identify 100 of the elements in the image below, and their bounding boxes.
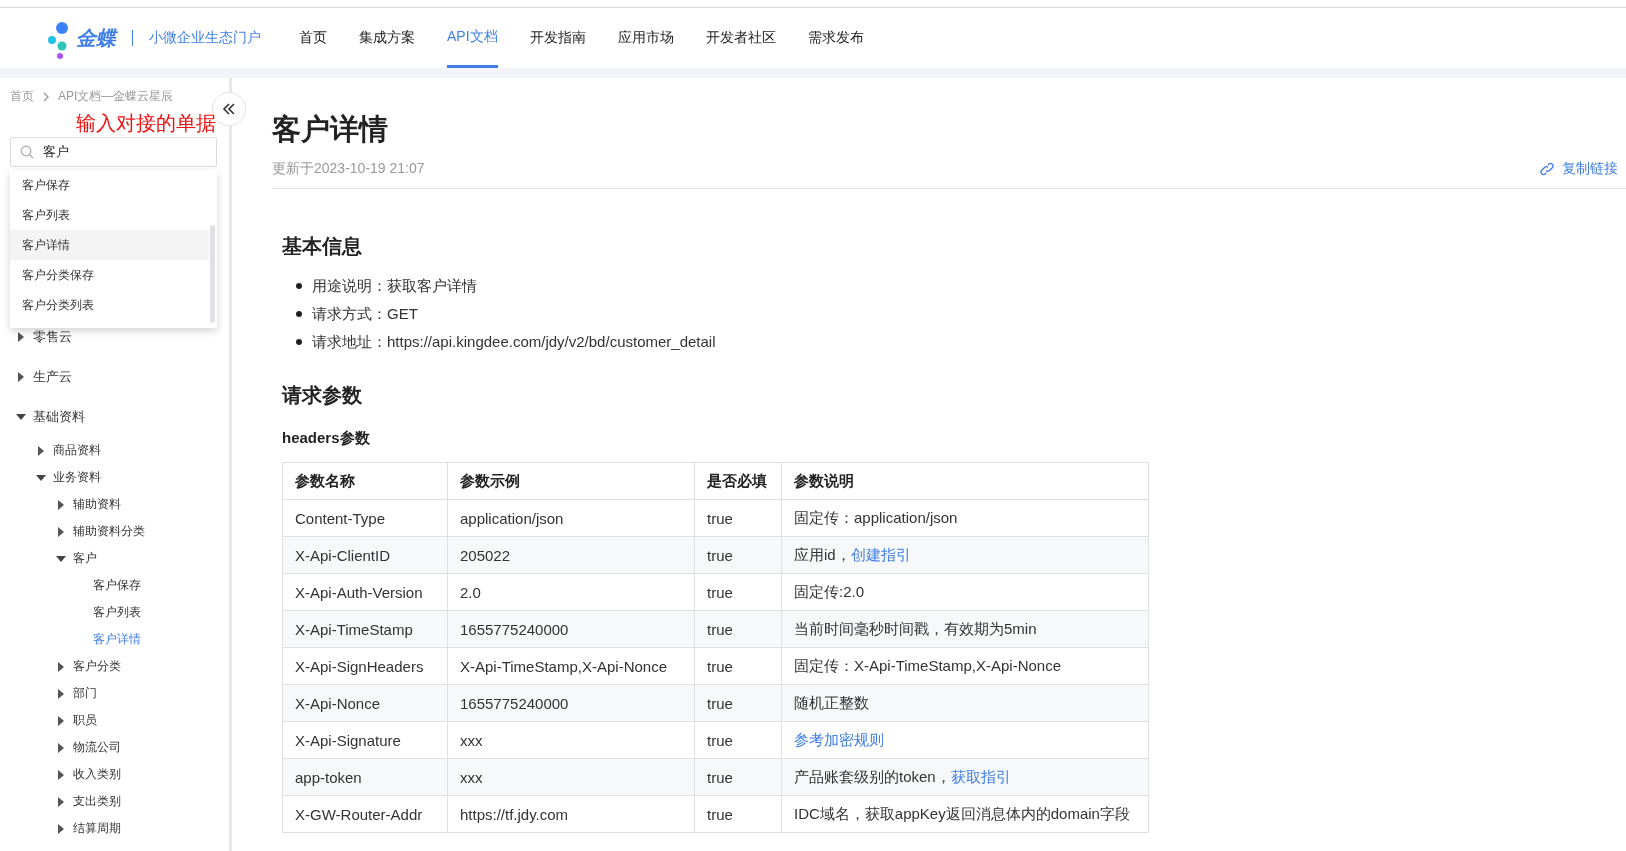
logo-icon [48,22,70,60]
tree-item[interactable]: 业务资料 [53,469,101,486]
table-cell: 205022 [447,536,695,574]
info-text: 请求方式：GET [312,304,418,324]
suggestion-item[interactable]: 客户分类保存 [10,260,217,290]
table-cell-text: 应用id， [794,545,851,563]
tree-item[interactable]: 辅助资料分类 [73,523,145,540]
suggestion-item[interactable]: 客户列表 [10,200,217,230]
doc-link[interactable]: 创建指引 [850,545,911,563]
updated-time: 更新于2023-10-19 21:07 [272,160,425,178]
nav-tab[interactable]: 首页 [299,8,327,68]
nav-tab[interactable]: 集成方案 [359,8,415,68]
bullet-icon [296,283,302,289]
caret-down-icon[interactable] [36,472,46,483]
tree-item[interactable]: 客户保存 [93,577,141,594]
table-cell: 2.0 [447,573,695,611]
nav-tab[interactable]: 应用市场 [617,8,674,68]
table-cell: X-Api-TimeStamp [282,610,448,648]
table-cell: true [694,573,782,611]
brand-name: 金蝶 [76,25,116,51]
table-cell-text: 产品账套级别的token， [794,767,951,785]
table-cell-text: IDC域名，获取appKey返回消息体内的domain字段 [794,804,1130,822]
table-cell: true [694,647,782,685]
tree-item[interactable]: 零售云 [33,328,72,346]
column-header: 参数示例 [447,462,695,500]
portal-title: 小微企业生态门户 [149,29,261,47]
suggestion-item[interactable]: 客户详情 [10,230,209,260]
table-cell: true [694,758,782,796]
caret-right-icon[interactable] [56,742,66,753]
caret-right-icon[interactable] [56,661,66,672]
suggestion-item[interactable]: 客户保存 [10,170,217,200]
tree-item[interactable]: 辅助资料 [73,496,121,513]
caret-right-icon[interactable] [56,715,66,726]
table-cell: xxx [447,758,695,796]
column-header: 参数说明 [781,462,1149,500]
caret-down-icon[interactable] [56,553,66,564]
table-cell: Content-Type [282,499,448,537]
table-cell: 1655775240000 [447,684,695,722]
caret-right-icon[interactable] [56,526,66,537]
column-header: 是否必填 [694,462,782,500]
table-cell: true [694,499,782,537]
table-cell: true [694,795,782,833]
tree-item[interactable]: 支出类别 [73,793,121,810]
search-field[interactable]: 客户 [10,137,217,167]
tree-item[interactable]: 生产云 [33,368,72,386]
subsection-heading: headers参数 [282,429,371,448]
bullet-icon [296,339,302,345]
caret-right-icon[interactable] [56,769,66,780]
info-text: 请求地址：https://api.kingdee.com/jdy/v2/bd/customer_detail [312,332,716,352]
tree-item[interactable]: 客户详情 [93,631,141,648]
caret-down-icon[interactable] [16,412,26,422]
table-cell: X-Api-TimeStamp,X-Api-Nonce [447,647,695,685]
chevron-icon [42,91,50,102]
section-heading: 基本信息 [282,234,363,259]
nav-tab[interactable]: 需求发布 [807,8,864,68]
caret-right-icon[interactable] [56,688,66,699]
tree-item[interactable]: 基础资料 [33,408,85,426]
link-icon [1540,162,1554,176]
doc-link[interactable]: 获取指引 [950,767,1011,785]
tree-item[interactable]: 结算周期 [73,820,121,837]
table-cell: true [694,536,782,574]
caret-right-icon[interactable] [56,796,66,807]
tree-item[interactable]: 物流公司 [73,739,121,756]
table-cell: true [694,721,782,759]
copy-link[interactable]: 复制链接 [1540,160,1618,178]
table-cell: true [694,610,782,648]
tree-item[interactable]: 职员 [73,712,97,729]
tree-item[interactable]: 客户 [73,550,97,567]
caret-right-icon[interactable] [16,372,26,382]
table-cell: X-Api-Signature [282,721,448,759]
scrollbar-thumb[interactable] [210,225,215,323]
table-cell: app-token [282,758,448,796]
double-chevron-icon [222,103,236,115]
tree-item[interactable]: 客户列表 [93,604,141,621]
table-cell: X-Api-ClientID [282,536,448,574]
page-title: 客户详情 [272,112,389,147]
table-cell: 1655775240000 [447,610,695,648]
table-cell-text: 当前时间毫秒时间戳，有效期为5min [794,619,1037,637]
bullet-icon [296,311,302,317]
caret-right-icon[interactable] [56,499,66,510]
nav-tab[interactable]: 开发者社区 [705,8,776,68]
table-cell: xxx [447,721,695,759]
nav-tab[interactable]: 开发指南 [529,8,586,68]
tree-item[interactable]: 部门 [73,685,97,702]
caret-right-icon[interactable] [56,823,66,834]
table-cell: https://tf.jdy.com [447,795,695,833]
table-cell: X-Api-SignHeaders [282,647,448,685]
table-cell: application/json [447,499,695,537]
annotation-text: 输入对接的单据 [76,111,216,135]
table-cell: X-Api-Auth-Version [282,573,448,611]
doc-link[interactable]: 参考加密规则 [794,730,884,748]
info-text: 用途说明：获取客户详情 [312,276,477,296]
caret-right-icon[interactable] [36,445,46,456]
tree-item[interactable]: 客户分类 [73,658,121,675]
tree-item[interactable]: 商品资料 [53,442,101,459]
table-cell: X-Api-Nonce [282,684,448,722]
caret-right-icon[interactable] [16,332,26,342]
suggestion-item[interactable]: 客户分类列表 [10,290,217,320]
table-cell-text: 固定传：X-Api-TimeStamp,X-Api-Nonce [794,656,1061,674]
tree-item[interactable]: 收入类别 [73,766,121,783]
